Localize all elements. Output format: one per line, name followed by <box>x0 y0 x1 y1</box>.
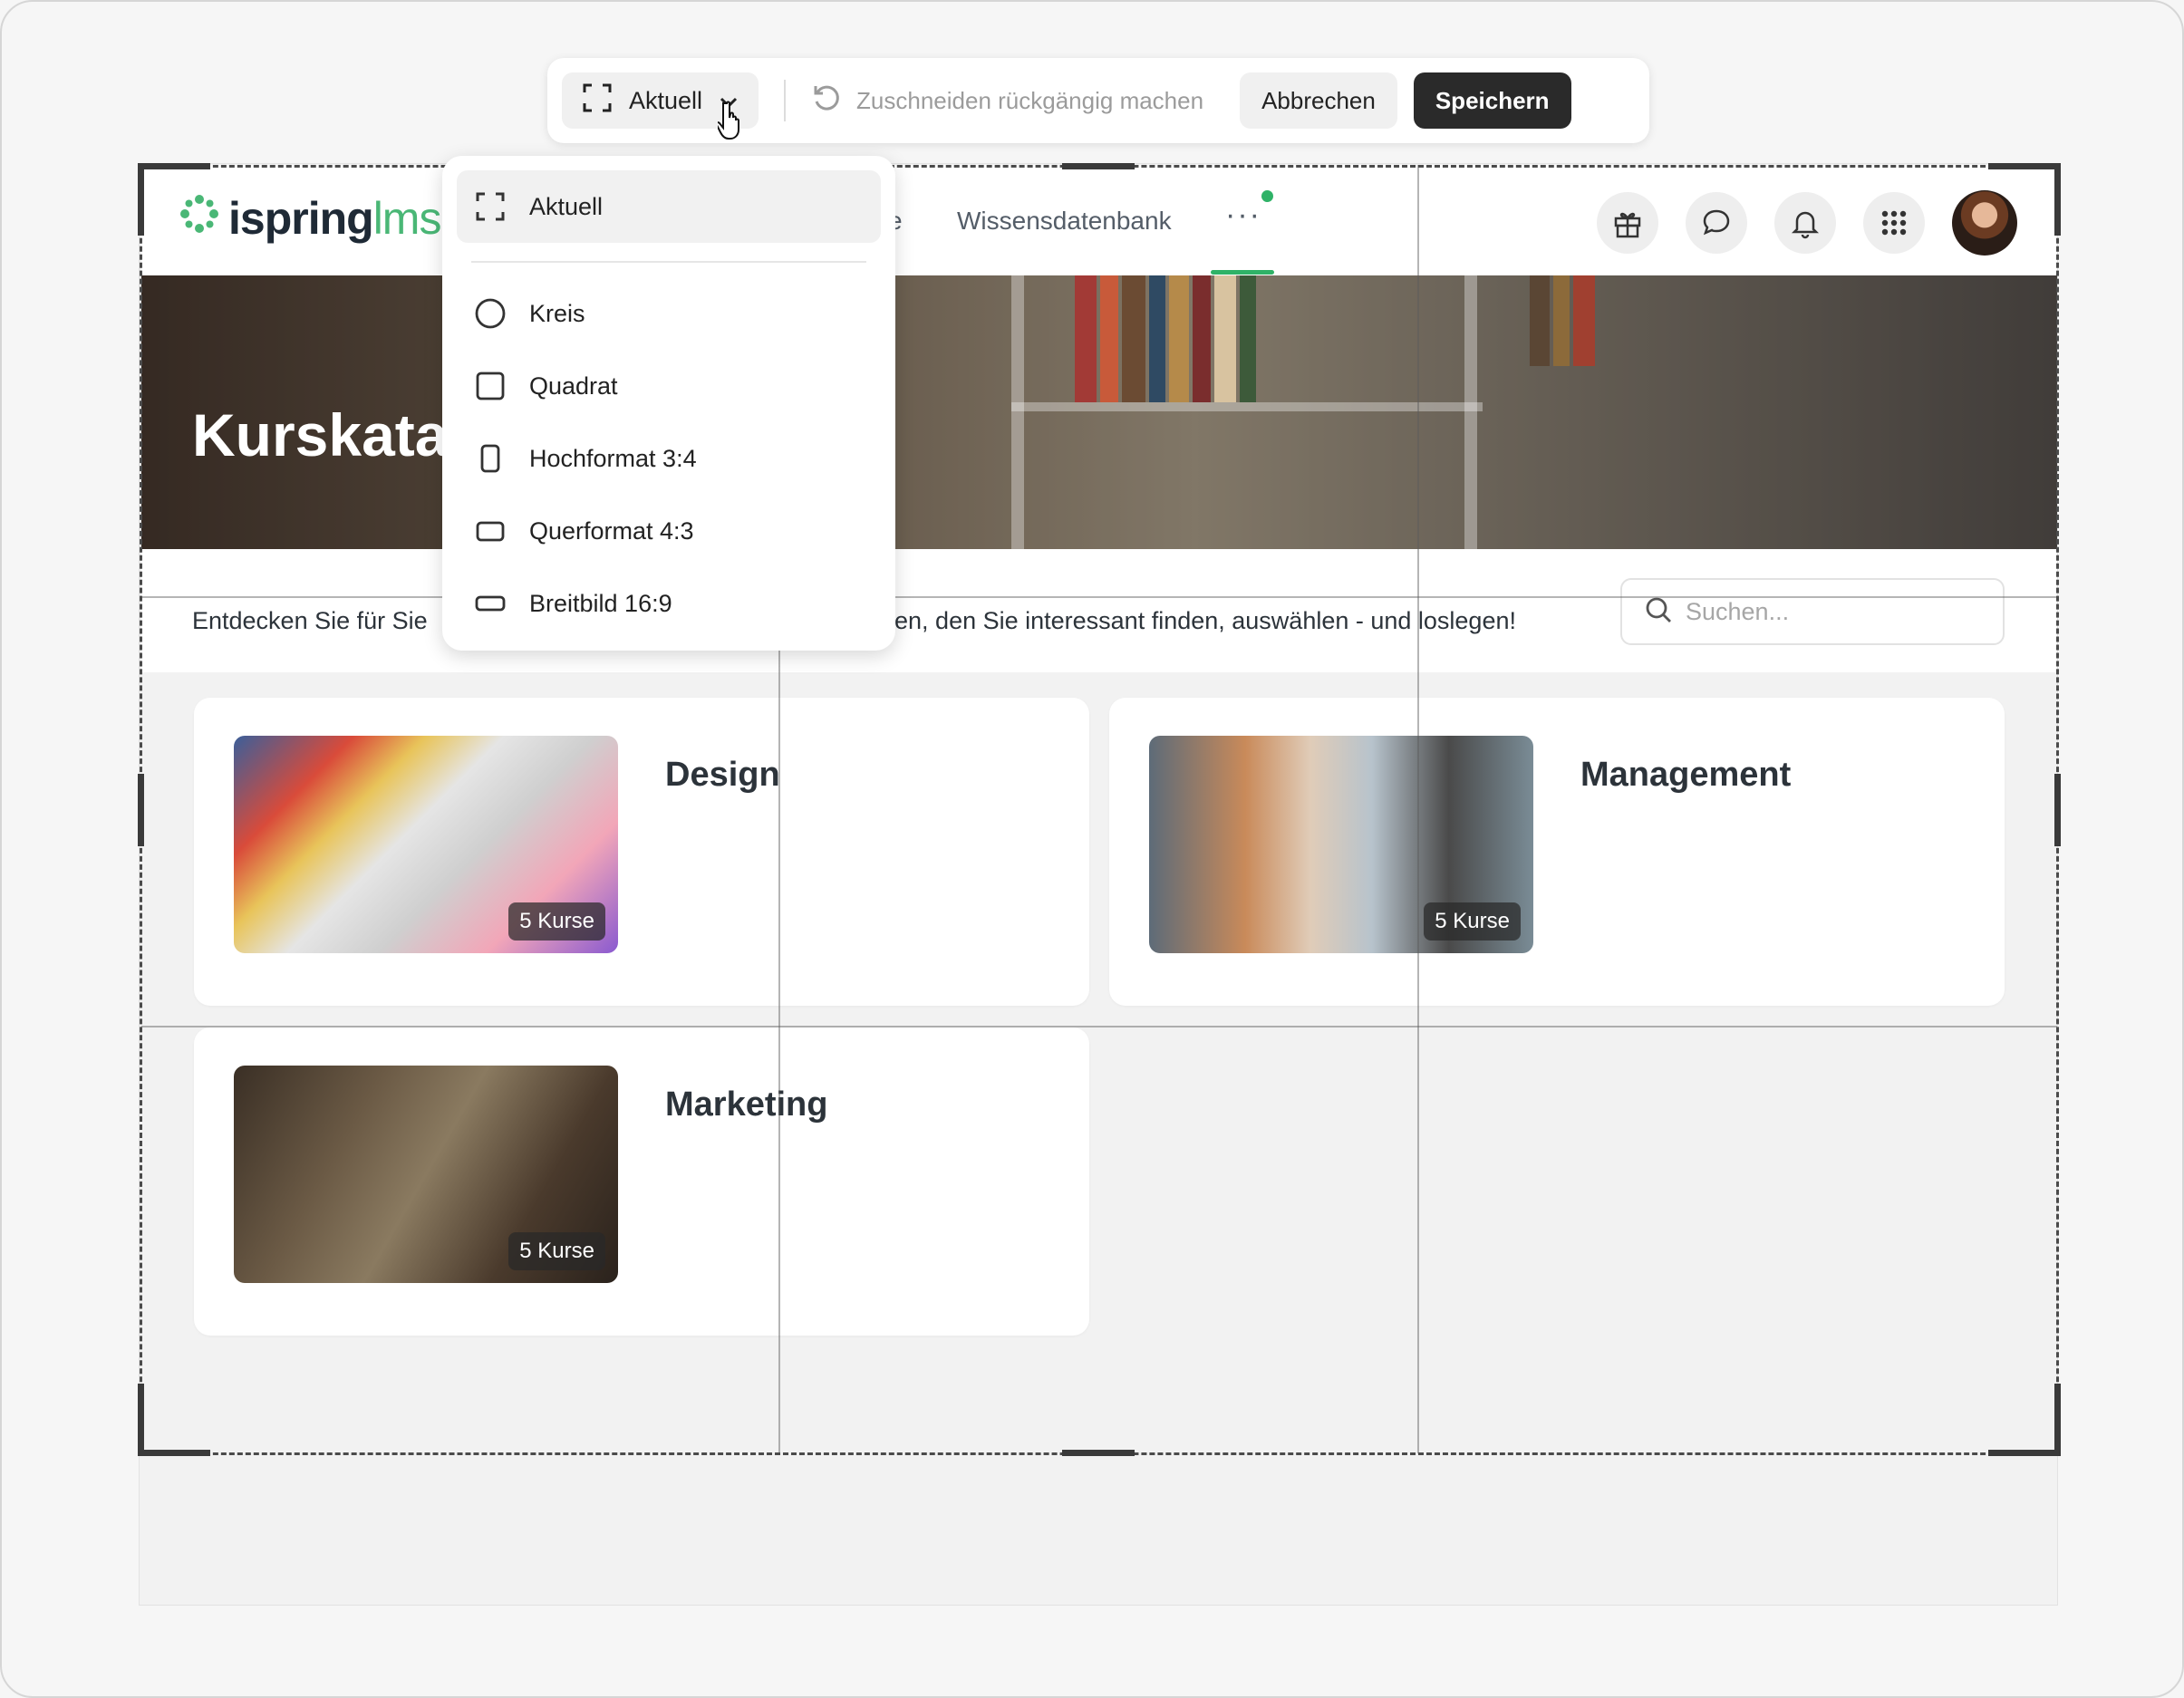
menu-item-widescreen[interactable]: Breitbild 16:9 <box>457 567 881 640</box>
menu-item-square[interactable]: Quadrat <box>457 350 881 422</box>
circle-icon <box>475 298 506 329</box>
crop-handle-bottom-left[interactable] <box>138 1450 210 1456</box>
crop-frame-icon <box>475 191 506 222</box>
aspect-ratio-menu: Aktuell Kreis Quadrat Hochformat 3:4 Que… <box>442 156 895 651</box>
crop-handle-right[interactable] <box>2054 774 2061 846</box>
save-button[interactable]: Speichern <box>1413 72 1571 129</box>
crop-frame <box>140 165 2059 1455</box>
menu-item-label: Quadrat <box>529 371 618 400</box>
widescreen-icon <box>475 588 506 619</box>
menu-divider <box>471 261 866 263</box>
crop-handle-bottom-left[interactable] <box>138 1384 144 1456</box>
portrait-icon <box>475 443 506 474</box>
menu-item-label: Breitbild 16:9 <box>529 589 672 617</box>
hand-cursor-icon <box>715 100 750 146</box>
undo-crop-label: Zuschneiden rückgängig machen <box>856 86 1204 114</box>
crop-toolbar: Aktuell Zuschneiden rückgängig machen Ab… <box>547 58 1649 143</box>
undo-icon <box>811 82 842 120</box>
crop-handle-top[interactable] <box>1062 163 1135 169</box>
menu-item-label: Querformat 4:3 <box>529 516 694 545</box>
crop-frame-icon <box>582 82 613 120</box>
crop-handle-bottom-right[interactable] <box>2054 1384 2061 1456</box>
undo-crop-button[interactable]: Zuschneiden rückgängig machen <box>811 82 1203 120</box>
toolbar-divider <box>784 80 787 121</box>
crop-handle-top-right[interactable] <box>1988 163 2061 169</box>
cancel-button[interactable]: Abbrechen <box>1240 72 1397 129</box>
menu-item-label: Aktuell <box>529 192 604 220</box>
aspect-ratio-label: Aktuell <box>629 86 703 114</box>
crop-handle-bottom-right[interactable] <box>1988 1450 2061 1456</box>
menu-item-portrait[interactable]: Hochformat 3:4 <box>457 422 881 495</box>
menu-item-current[interactable]: Aktuell <box>457 170 881 243</box>
editor-window: Aktuell Zuschneiden rückgängig machen Ab… <box>0 0 2184 1698</box>
menu-item-circle[interactable]: Kreis <box>457 277 881 350</box>
menu-item-label: Kreis <box>529 299 585 327</box>
menu-item-label: Hochformat 3:4 <box>529 444 697 472</box>
crop-handle-top-left[interactable] <box>138 163 144 236</box>
crop-handle-top-right[interactable] <box>2054 163 2061 236</box>
crop-handle-bottom[interactable] <box>1062 1450 1135 1456</box>
menu-item-landscape[interactable]: Querformat 4:3 <box>457 495 881 567</box>
crop-handle-top-left[interactable] <box>138 163 210 169</box>
landscape-icon <box>475 516 506 546</box>
square-icon <box>475 371 506 401</box>
crop-handle-left[interactable] <box>138 774 144 846</box>
